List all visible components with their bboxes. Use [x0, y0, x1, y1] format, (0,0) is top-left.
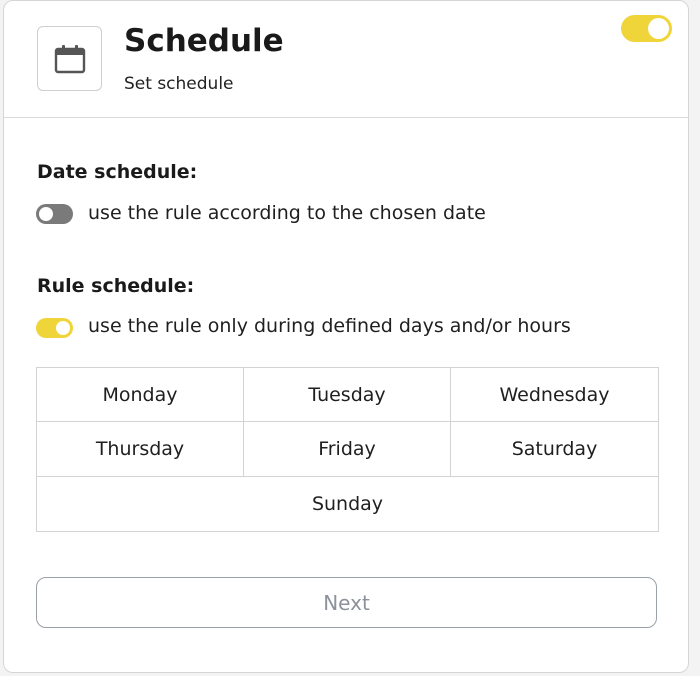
rule-schedule-label: Rule schedule:	[37, 275, 195, 297]
day-saturday[interactable]: Saturday	[451, 422, 658, 477]
day-tuesday[interactable]: Tuesday	[244, 368, 451, 423]
rule-schedule-option-text: use the rule only during defined days an…	[88, 315, 571, 337]
date-schedule-toggle[interactable]	[36, 204, 73, 224]
schedule-enabled-toggle[interactable]	[621, 15, 672, 42]
page-title: Schedule	[124, 23, 284, 59]
date-schedule-label: Date schedule:	[37, 161, 198, 183]
toggle-knob	[56, 321, 70, 335]
schedule-card: Schedule Set schedule Date schedule: use…	[3, 0, 689, 673]
day-monday[interactable]: Monday	[37, 368, 244, 423]
rule-schedule-toggle[interactable]	[36, 318, 73, 338]
day-wednesday[interactable]: Wednesday	[451, 368, 658, 423]
calendar-icon-box	[37, 26, 102, 91]
card-header: Schedule Set schedule	[4, 1, 688, 118]
date-schedule-option-text: use the rule according to the chosen dat…	[88, 202, 486, 224]
page-subtitle: Set schedule	[124, 74, 234, 94]
calendar-icon	[54, 44, 85, 73]
days-grid: Monday Tuesday Wednesday Thursday Friday…	[36, 367, 659, 532]
day-thursday[interactable]: Thursday	[37, 422, 244, 477]
toggle-knob	[39, 207, 53, 221]
day-friday[interactable]: Friday	[244, 422, 451, 477]
next-button[interactable]: Next	[36, 577, 657, 628]
day-sunday[interactable]: Sunday	[37, 476, 658, 531]
toggle-knob	[648, 18, 669, 39]
